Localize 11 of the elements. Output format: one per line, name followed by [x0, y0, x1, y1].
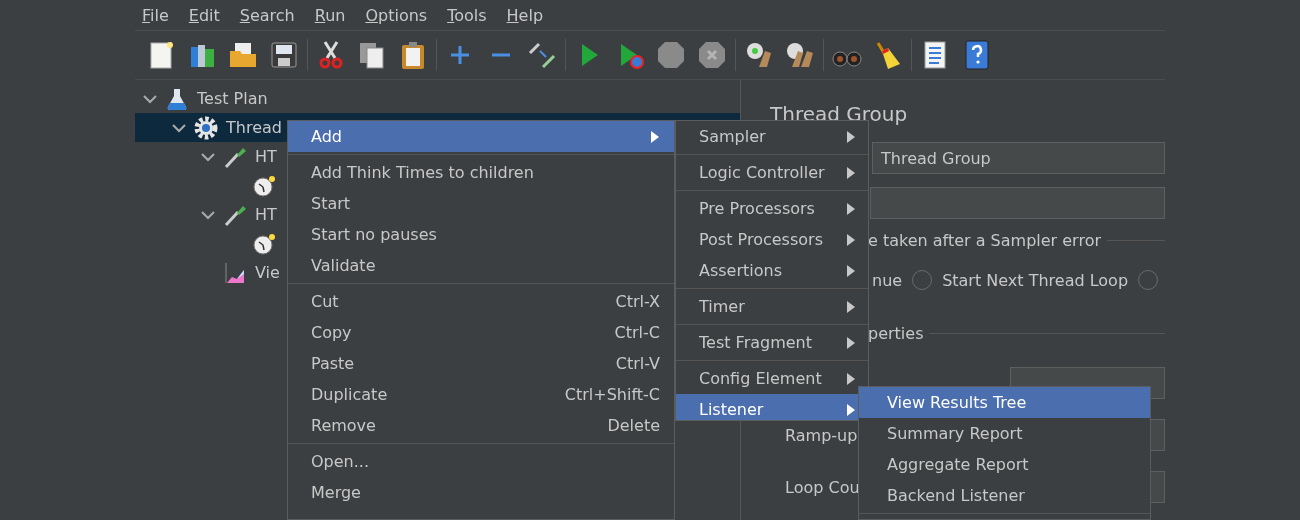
field-label: Ramp-up	[785, 425, 858, 445]
tree-label: HT	[255, 147, 277, 166]
tree-label: Vie	[255, 263, 280, 282]
field-label: Loop Cou	[785, 477, 860, 497]
radio-label: nue	[872, 270, 903, 290]
group-label: perties	[868, 324, 924, 343]
radio-label: Start Next Thread Loop	[942, 270, 1129, 290]
group-label: e taken after a Sampler error	[868, 231, 1101, 250]
tree-label: Thread	[226, 118, 282, 137]
tree-label: HT	[255, 205, 277, 224]
tree-label: Test Plan	[197, 89, 268, 108]
